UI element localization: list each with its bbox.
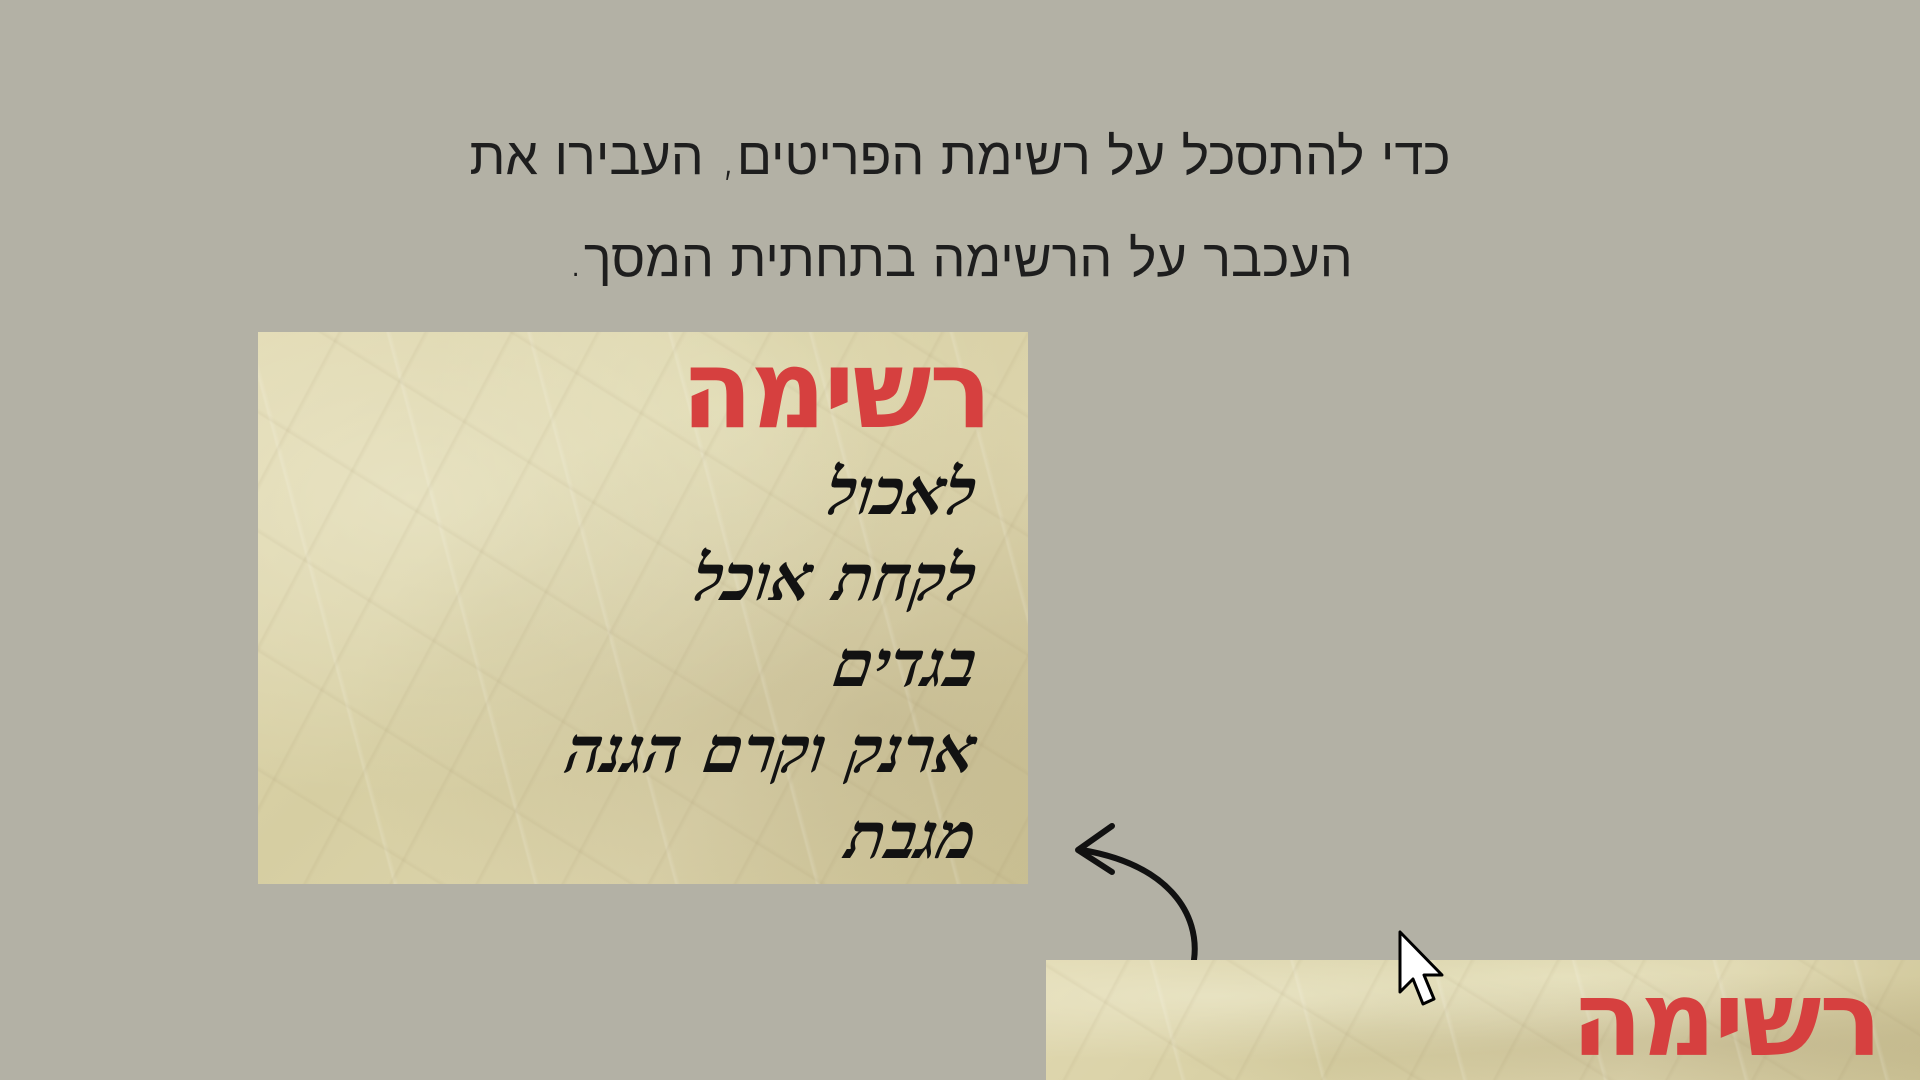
- list-item: בגדים: [828, 627, 982, 702]
- slide-stage: כדי להתסכל על רשימת הפריטים, העבירו את ה…: [0, 0, 1920, 1080]
- collapsed-tab-title: רשימה: [1571, 960, 1882, 1080]
- instruction-line-1: כדי להתסכל על רשימת הפריטים, העבירו את: [469, 127, 1451, 187]
- item-list: לאכול לקחת אוכל בגדים ארנק וקרם הגנה מגב…: [561, 450, 981, 880]
- curved-arrow-icon: [1075, 823, 1198, 963]
- instruction-text: כדי להתסכל על רשימת הפריטים, העבירו את ה…: [360, 106, 1560, 310]
- list-item: ארנק וקרם הגנה: [561, 713, 982, 788]
- instruction-line-2: העכבר על הרשימה בתחתית המסך.: [567, 229, 1353, 289]
- list-item: מגבת: [841, 799, 982, 874]
- list-item: לאכול: [822, 455, 982, 530]
- mouse-pointer-icon: [1398, 930, 1444, 1006]
- collapsed-list-tab[interactable]: רשימה: [1046, 960, 1920, 1080]
- expanded-list-panel: רשימה לאכול לקחת אוכל בגדים ארנק וקרם הג…: [258, 332, 1028, 884]
- list-item: לקחת אוכל: [688, 541, 982, 616]
- list-panel-title: רשימה: [681, 332, 992, 454]
